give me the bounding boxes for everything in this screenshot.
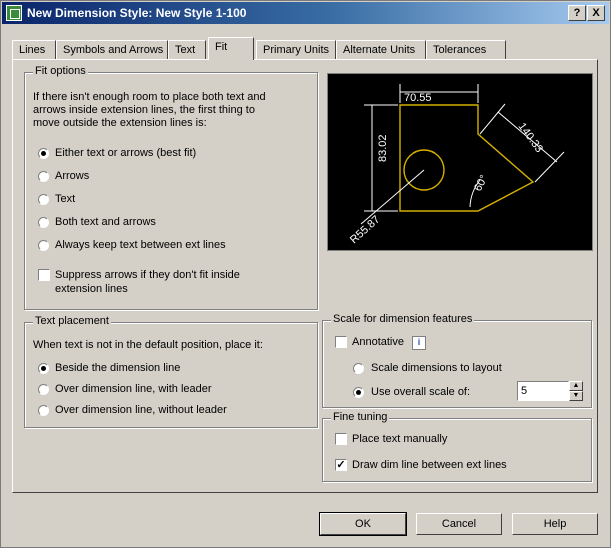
fit-description-line: move outside the extension lines is: [33,117,207,129]
tab-lines[interactable]: Lines [12,40,56,59]
radio-over-without-leader-label: Over dimension line, without leader [55,404,227,416]
draw-dim-line-checkbox[interactable]: ✓ [335,459,347,471]
radio-always-keep-label: Always keep text between ext lines [55,239,226,251]
preview-geometry [399,104,535,212]
draw-dim-line-label: Draw dim line between ext lines [352,459,507,471]
ok-button[interactable]: OK [319,512,407,536]
radio-scale-to-layout[interactable] [353,363,364,374]
dim-140-33: 140.33 [516,121,545,155]
part-outline [399,104,535,212]
dim-83-02: 83.02 [377,134,389,162]
suppress-arrows-label: extension lines [55,283,128,295]
dim-70-55: 70.55 [404,92,432,104]
annotative-label: Annotative [352,336,404,348]
title-bar: New Dimension Style: New Style 1-100 ? X [2,2,609,24]
annotative-checkbox[interactable] [335,336,347,348]
spin-up-button[interactable]: ▲ [569,381,583,391]
radio-both[interactable] [38,217,49,228]
dim-radius: R55.87 [348,214,382,247]
close-title-button[interactable]: X [587,5,605,21]
radio-arrows[interactable] [38,171,49,182]
radio-use-overall-scale[interactable] [353,387,364,398]
fit-description-line: arrows inside extension lines, the first… [33,104,255,116]
spin-down-button[interactable]: ▼ [569,391,583,401]
radio-beside-dim-line[interactable] [38,363,49,374]
radio-text[interactable] [38,194,49,205]
place-text-manually-label: Place text manually [352,433,448,445]
radio-both-label: Both text and arrows [55,216,156,228]
scale-to-layout-label: Scale dimensions to layout [371,362,502,374]
app-icon [6,5,22,21]
info-icon[interactable]: i [412,336,426,350]
radio-over-without-leader[interactable] [38,405,49,416]
fit-options-legend: Fit options [33,65,88,77]
suppress-arrows-checkbox[interactable] [38,269,50,281]
window-title: New Dimension Style: New Style 1-100 [27,6,247,20]
tab-tolerances[interactable]: Tolerances [426,40,506,59]
dimension-preview: 70.55 83.02 140.33 60° R55.87 [327,73,593,251]
tab-primary-units[interactable]: Primary Units [256,40,336,59]
text-placement-description: When text is not in the default position… [33,339,263,351]
dim-angle: 60° [472,173,490,193]
fine-tuning-legend: Fine tuning [331,411,390,423]
fit-description-line: If there isn't enough room to place both… [33,91,266,103]
tab-fit[interactable]: Fit [208,37,254,60]
help-title-button[interactable]: ? [568,5,586,21]
radio-text-label: Text [55,193,76,205]
cancel-button[interactable]: Cancel [416,513,502,535]
preview-drawing: 70.55 83.02 140.33 60° R55.87 [348,84,565,247]
help-button[interactable]: Help [512,513,598,535]
radio-beside-label: Beside the dimension line [55,362,181,374]
radio-over-with-leader-label: Over dimension line, with leader [55,383,212,395]
suppress-arrows-label: Suppress arrows if they don't fit inside [55,269,240,281]
use-overall-scale-label: Use overall scale of: [371,386,471,398]
place-text-manually-checkbox[interactable] [335,433,347,445]
text-placement-legend: Text placement [33,315,111,327]
overall-scale-input[interactable]: 5 [517,381,569,401]
fine-tuning-group: Fine tuning Place text manually ✓ Draw d… [322,411,592,482]
text-placement-group: Text placement When text is not in the d… [24,315,318,428]
radio-over-with-leader[interactable] [38,384,49,395]
tab-symbols-and-arrows[interactable]: Symbols and Arrows [56,40,168,59]
fit-options-group: Fit options If there isn't enough room t… [24,65,318,310]
tab-text[interactable]: Text [168,40,206,59]
scale-legend: Scale for dimension features [331,313,475,325]
tab-alternate-units[interactable]: Alternate Units [336,40,426,59]
radio-best-fit-label: Either text or arrows (best fit) [55,147,197,159]
radio-arrows-label: Arrows [55,170,90,182]
radio-always-keep[interactable] [38,240,49,251]
radio-best-fit[interactable] [38,148,49,159]
